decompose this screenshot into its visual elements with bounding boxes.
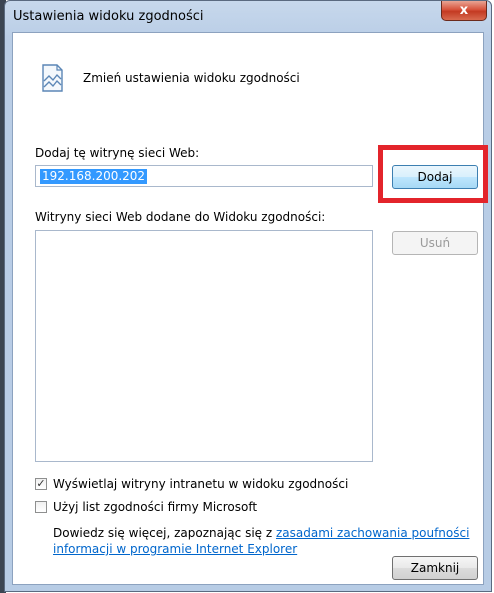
- compatibility-view-icon: [42, 64, 63, 92]
- dialog-window: Ustawienia widoku zgodności x Zmień usta…: [4, 0, 492, 592]
- add-button[interactable]: Dodaj: [392, 165, 478, 189]
- site-list[interactable]: [35, 230, 373, 462]
- close-icon[interactable]: x: [441, 1, 487, 21]
- header-text: Zmień ustawienia widoku zgodności: [83, 71, 300, 85]
- window-title: Ustawienia widoku zgodności: [13, 9, 204, 24]
- site-address-input[interactable]: 192.168.200.202: [35, 165, 373, 187]
- intranet-checkbox[interactable]: ✓: [35, 478, 47, 490]
- dialog-body: Zmień ustawienia widoku zgodności Dodaj …: [12, 32, 488, 585]
- microsoft-lists-option[interactable]: Użyj list zgodności firmy Microsoft: [35, 500, 257, 514]
- title-bar[interactable]: Ustawienia widoku zgodności x: [5, 1, 491, 33]
- add-site-label: Dodaj tę witrynę sieci Web:: [35, 146, 200, 160]
- microsoft-lists-checkbox[interactable]: [35, 501, 47, 513]
- close-button[interactable]: Zamknij: [392, 556, 478, 580]
- site-list-label: Witryny sieci Web dodane do Widoku zgodn…: [35, 210, 326, 224]
- intranet-option-label: Wyświetlaj witryny intranetu w widoku zg…: [53, 477, 349, 491]
- site-address-value: 192.168.200.202: [40, 169, 148, 184]
- privacy-info-text: Dowiedz się więcej, zapoznając się z: [53, 526, 276, 540]
- remove-button[interactable]: Usuń: [392, 231, 478, 255]
- microsoft-lists-option-label: Użyj list zgodności firmy Microsoft: [53, 500, 258, 514]
- privacy-info: Dowiedz się więcej, zapoznając się z zas…: [53, 525, 483, 557]
- intranet-option[interactable]: ✓ Wyświetlaj witryny intranetu w widoku …: [35, 477, 348, 491]
